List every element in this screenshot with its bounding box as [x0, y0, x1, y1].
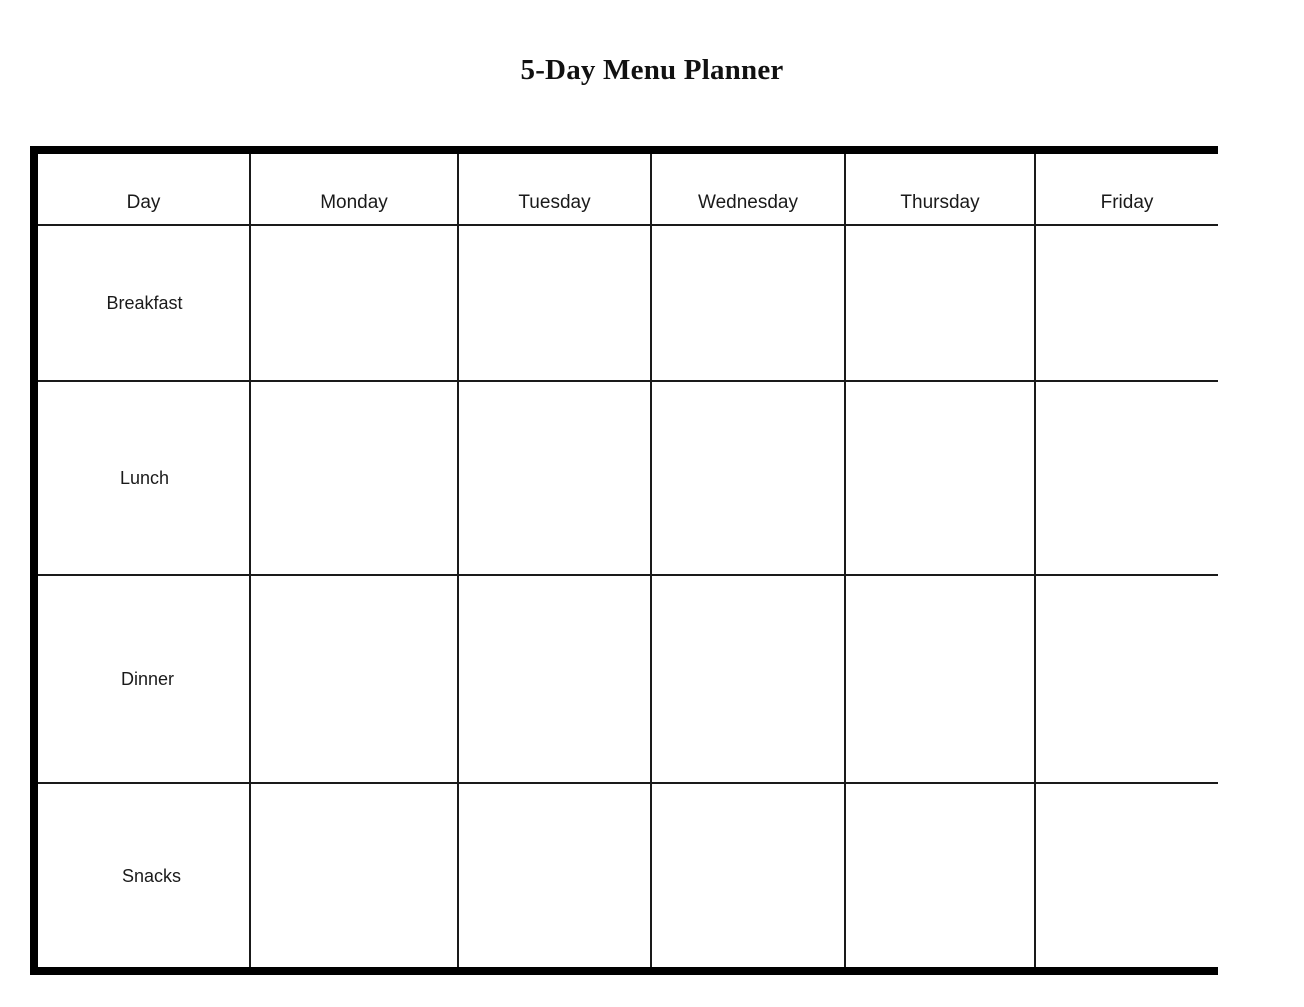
- header-cell-monday: Monday: [250, 154, 459, 226]
- cell-breakfast-tuesday[interactable]: [458, 225, 652, 382]
- cell-text: [1036, 226, 1218, 380]
- table-row: Dinner: [38, 575, 1218, 784]
- cell-text: [846, 576, 1034, 782]
- row-label-snacks: Snacks: [121, 865, 182, 886]
- cell-text: [251, 226, 457, 380]
- header-label-tuesday: Tuesday: [518, 191, 591, 213]
- cell-dinner-friday[interactable]: [1035, 575, 1218, 784]
- cell-lunch-wednesday[interactable]: [651, 381, 846, 576]
- cell-lunch-tuesday[interactable]: [458, 381, 652, 576]
- cell-breakfast-thursday[interactable]: [845, 225, 1036, 382]
- cell-text: [459, 226, 650, 380]
- header-cell-wednesday: Wednesday: [651, 154, 846, 226]
- cell-text: [846, 226, 1034, 380]
- cell-breakfast-wednesday[interactable]: [651, 225, 846, 382]
- cell-text: [846, 382, 1034, 574]
- cell-text: [459, 576, 650, 782]
- cell-text: [652, 784, 844, 967]
- header-label-friday: Friday: [1100, 191, 1154, 213]
- table-row: Lunch: [38, 381, 1218, 576]
- row-label-dinner: Dinner: [120, 669, 175, 689]
- header-label-day: Day: [126, 191, 161, 213]
- cell-text: [251, 382, 457, 574]
- header-label-thursday: Thursday: [900, 191, 980, 213]
- cell-text: [652, 382, 844, 574]
- cell-lunch-friday[interactable]: [1035, 381, 1218, 576]
- row-label-cell-dinner: Dinner: [38, 575, 251, 784]
- cell-text: [652, 226, 844, 380]
- cell-lunch-monday[interactable]: [250, 381, 459, 576]
- header-label-monday: Monday: [320, 191, 388, 213]
- cell-dinner-wednesday[interactable]: [651, 575, 846, 784]
- cell-text: [1036, 382, 1218, 574]
- cell-text: [251, 576, 457, 782]
- row-label-cell-snacks: Snacks: [38, 783, 251, 967]
- planner-grid: Day Monday Tuesday Wednesday Thursday Fr…: [38, 154, 1218, 967]
- cell-text: [459, 382, 650, 574]
- menu-planner-table: Day Monday Tuesday Wednesday Thursday Fr…: [30, 146, 1218, 975]
- header-cell-day: Day: [38, 154, 251, 226]
- row-label-cell-breakfast: Breakfast: [38, 225, 251, 382]
- cell-snacks-friday[interactable]: [1035, 783, 1218, 967]
- row-label-lunch: Lunch: [119, 468, 170, 488]
- cell-snacks-monday[interactable]: [250, 783, 459, 967]
- cell-breakfast-friday[interactable]: [1035, 225, 1218, 382]
- page-title: 5-Day Menu Planner: [520, 54, 784, 86]
- cell-snacks-wednesday[interactable]: [651, 783, 846, 967]
- header-cell-friday: Friday: [1035, 154, 1218, 226]
- cell-text: [652, 576, 844, 782]
- cell-snacks-tuesday[interactable]: [458, 783, 652, 967]
- header-cell-thursday: Thursday: [845, 154, 1036, 226]
- cell-dinner-tuesday[interactable]: [458, 575, 652, 784]
- cell-text: [846, 784, 1034, 967]
- row-label-cell-lunch: Lunch: [38, 381, 251, 576]
- cell-lunch-thursday[interactable]: [845, 381, 1036, 576]
- header-label-wednesday: Wednesday: [698, 191, 798, 213]
- cell-dinner-monday[interactable]: [250, 575, 459, 784]
- table-header-row: Day Monday Tuesday Wednesday Thursday Fr…: [38, 154, 1218, 226]
- header-cell-tuesday: Tuesday: [458, 154, 652, 226]
- cell-breakfast-monday[interactable]: [250, 225, 459, 382]
- cell-dinner-thursday[interactable]: [845, 575, 1036, 784]
- cell-text: [459, 784, 650, 967]
- table-row: Breakfast: [38, 225, 1218, 382]
- cell-text: [251, 784, 457, 967]
- cell-snacks-thursday[interactable]: [845, 783, 1036, 967]
- row-label-breakfast: Breakfast: [106, 293, 183, 313]
- cell-text: [1036, 576, 1218, 782]
- cell-text: [1036, 784, 1218, 967]
- table-row: Snacks: [38, 783, 1218, 967]
